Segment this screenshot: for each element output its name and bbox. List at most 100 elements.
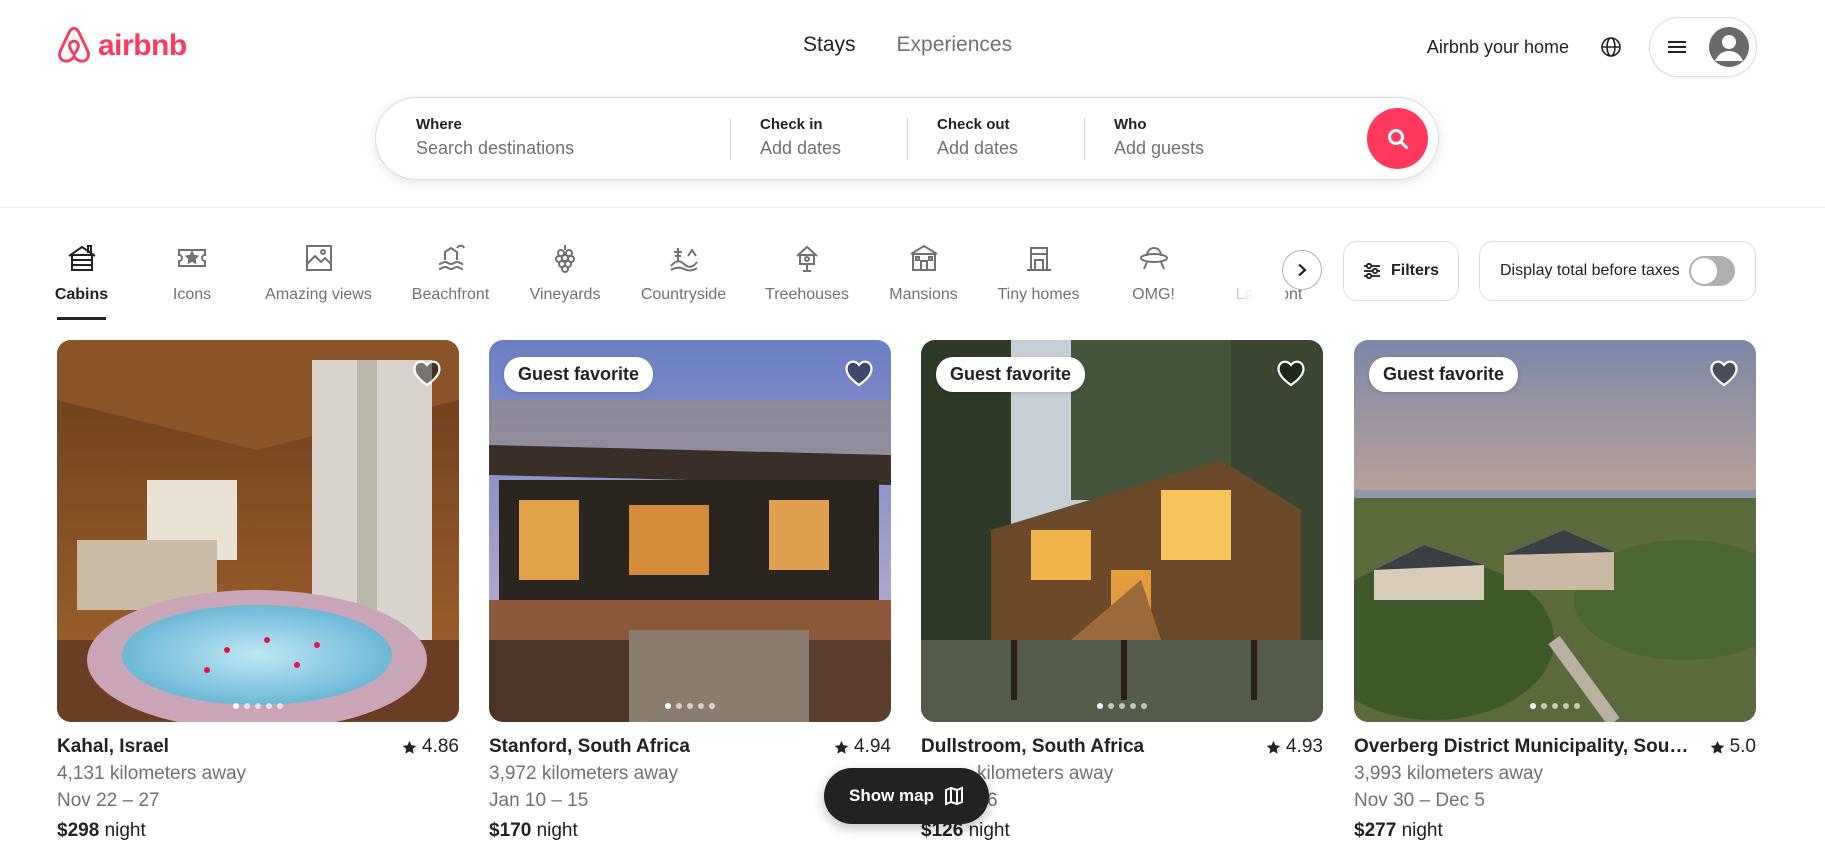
where-label: Where xyxy=(416,116,462,133)
listing-price: $277 night xyxy=(1354,820,1756,842)
treehouse-icon xyxy=(796,245,818,272)
view-frame-icon xyxy=(305,245,332,271)
filters-button[interactable]: Filters xyxy=(1343,241,1459,301)
listing-distance: 4,131 kilometers away xyxy=(57,763,247,784)
category-icons[interactable]: Icons xyxy=(172,238,212,320)
listing-rating: 4.94 xyxy=(834,736,891,758)
listing-distance: 3,993 kilometers away xyxy=(1354,763,1544,784)
listing-rating: 5.0 xyxy=(1710,736,1756,758)
category-label: Vineyards xyxy=(529,286,601,303)
listing-photo[interactable]: Guest favorite xyxy=(921,340,1323,722)
tax-toggle-switch[interactable] xyxy=(1689,256,1735,286)
listing-title: Stanford, South Africa xyxy=(489,736,690,757)
airbnb-logo[interactable]: airbnb xyxy=(56,26,187,66)
listing-rating: 4.93 xyxy=(1266,736,1323,758)
dot xyxy=(1119,703,1125,709)
checkin-value: Add dates xyxy=(760,138,842,158)
airbnb-your-home-link[interactable]: Airbnb your home xyxy=(1427,37,1569,58)
category-tiny-homes[interactable]: Tiny homes xyxy=(997,238,1080,320)
hamburger-menu-icon xyxy=(1668,41,1686,53)
dot xyxy=(687,703,693,709)
category-amazing-views[interactable]: Amazing views xyxy=(265,238,372,320)
listing-title: Overberg District Municipality, South ..… xyxy=(1354,736,1694,757)
category-beachfront[interactable]: Beachfront xyxy=(411,238,490,320)
guest-favorite-badge: Guest favorite xyxy=(504,357,654,392)
checkin-label: Check in xyxy=(760,116,823,133)
heart-icon[interactable] xyxy=(843,357,875,389)
tab-experiences[interactable]: Experiences xyxy=(897,33,1013,57)
star-icon xyxy=(402,740,417,754)
nav-tabs: Stays Experiences xyxy=(803,33,1012,57)
who-field[interactable]: Who Add guests xyxy=(1114,116,1314,159)
ticket-star-icon xyxy=(178,249,206,267)
category-vineyards[interactable]: Vineyards xyxy=(530,238,600,320)
star-icon xyxy=(834,740,849,754)
show-map-label: Show map xyxy=(848,786,934,805)
dot xyxy=(255,703,261,709)
photo-dots xyxy=(1097,703,1147,709)
category-label: OMG! xyxy=(1132,286,1175,303)
dot xyxy=(266,703,272,709)
category-mansions[interactable]: Mansions xyxy=(889,238,958,320)
map-icon xyxy=(945,786,963,806)
cabin-icon xyxy=(67,245,96,271)
search-bar: Where Search destinations Check in Add d… xyxy=(375,97,1439,180)
search-divider xyxy=(907,118,908,160)
right-nav: Airbnb your home xyxy=(1427,17,1757,77)
sliders-icon xyxy=(1363,262,1380,280)
search-icon xyxy=(1387,128,1408,149)
listing-title: Dullstroom, South Africa xyxy=(921,736,1145,757)
category-cabins[interactable]: Cabins xyxy=(54,238,109,320)
category-label: Beachfront xyxy=(411,286,490,303)
where-field[interactable]: Where Search destinations xyxy=(416,116,716,159)
guest-favorite-badge: Guest favorite xyxy=(1369,357,1519,392)
category-omg[interactable]: OMG! xyxy=(1132,238,1175,320)
switch-knob xyxy=(1691,258,1717,284)
heart-icon[interactable] xyxy=(1275,357,1307,389)
star-icon xyxy=(1710,740,1724,754)
search-button[interactable] xyxy=(1367,108,1428,169)
tab-stays[interactable]: Stays xyxy=(803,33,856,57)
photo-dots xyxy=(1530,703,1580,709)
checkout-field[interactable]: Check out Add dates xyxy=(937,116,1087,159)
listing-card[interactable]: Guest favorite Overberg District Municip… xyxy=(1354,340,1756,842)
rating-value: 5.0 xyxy=(1729,736,1756,757)
where-input[interactable]: Search destinations xyxy=(416,138,716,159)
category-label: Amazing views xyxy=(265,286,372,303)
checkin-field[interactable]: Check in Add dates xyxy=(760,116,910,159)
listing-info: Overberg District Municipality, South ..… xyxy=(1354,736,1756,842)
heart-icon[interactable] xyxy=(1708,357,1740,389)
show-map-button[interactable]: Show map xyxy=(824,768,989,824)
listing-price: $298 night xyxy=(57,820,459,842)
user-menu-button[interactable] xyxy=(1649,17,1757,77)
category-label: Cabins xyxy=(54,286,109,303)
listing-photo[interactable]: Guest favorite xyxy=(1354,340,1756,722)
listing-card[interactable]: Kahal, Israel 4.86 4,131 kilometers away… xyxy=(57,340,459,842)
checkout-value: Add dates xyxy=(937,138,1019,158)
price-unit: night xyxy=(968,820,1010,841)
category-treehouses[interactable]: Treehouses xyxy=(765,238,849,320)
price-unit: night xyxy=(1401,820,1443,841)
coastal-villa-photo xyxy=(1354,340,1756,722)
language-button[interactable] xyxy=(1591,27,1631,67)
checkout-label: Check out xyxy=(937,116,1010,133)
listing-card[interactable]: Guest favorite Dullstroom, South Africa … xyxy=(921,340,1323,842)
listing-dates: Nov 22 – 27 xyxy=(57,790,160,811)
category-label: Treehouses xyxy=(765,286,849,303)
category-countryside[interactable]: Countryside xyxy=(640,238,727,320)
dot xyxy=(1541,703,1547,709)
user-icon xyxy=(1709,27,1749,67)
dot xyxy=(665,703,671,709)
filters-label: Filters xyxy=(1390,262,1439,279)
star-icon xyxy=(1266,740,1281,754)
listing-price: $126 night xyxy=(921,820,1323,842)
rating-value: 4.86 xyxy=(422,736,459,757)
listing-photo[interactable] xyxy=(57,340,459,722)
listing-card[interactable]: Guest favorite Stanford, South Africa 4.… xyxy=(489,340,891,842)
listing-price: $170 night xyxy=(489,820,891,842)
search-divider xyxy=(1084,118,1085,160)
category-next-button[interactable] xyxy=(1282,250,1322,290)
listing-photo[interactable]: Guest favorite xyxy=(489,340,891,722)
heart-icon[interactable] xyxy=(411,357,443,389)
dot xyxy=(1563,703,1569,709)
